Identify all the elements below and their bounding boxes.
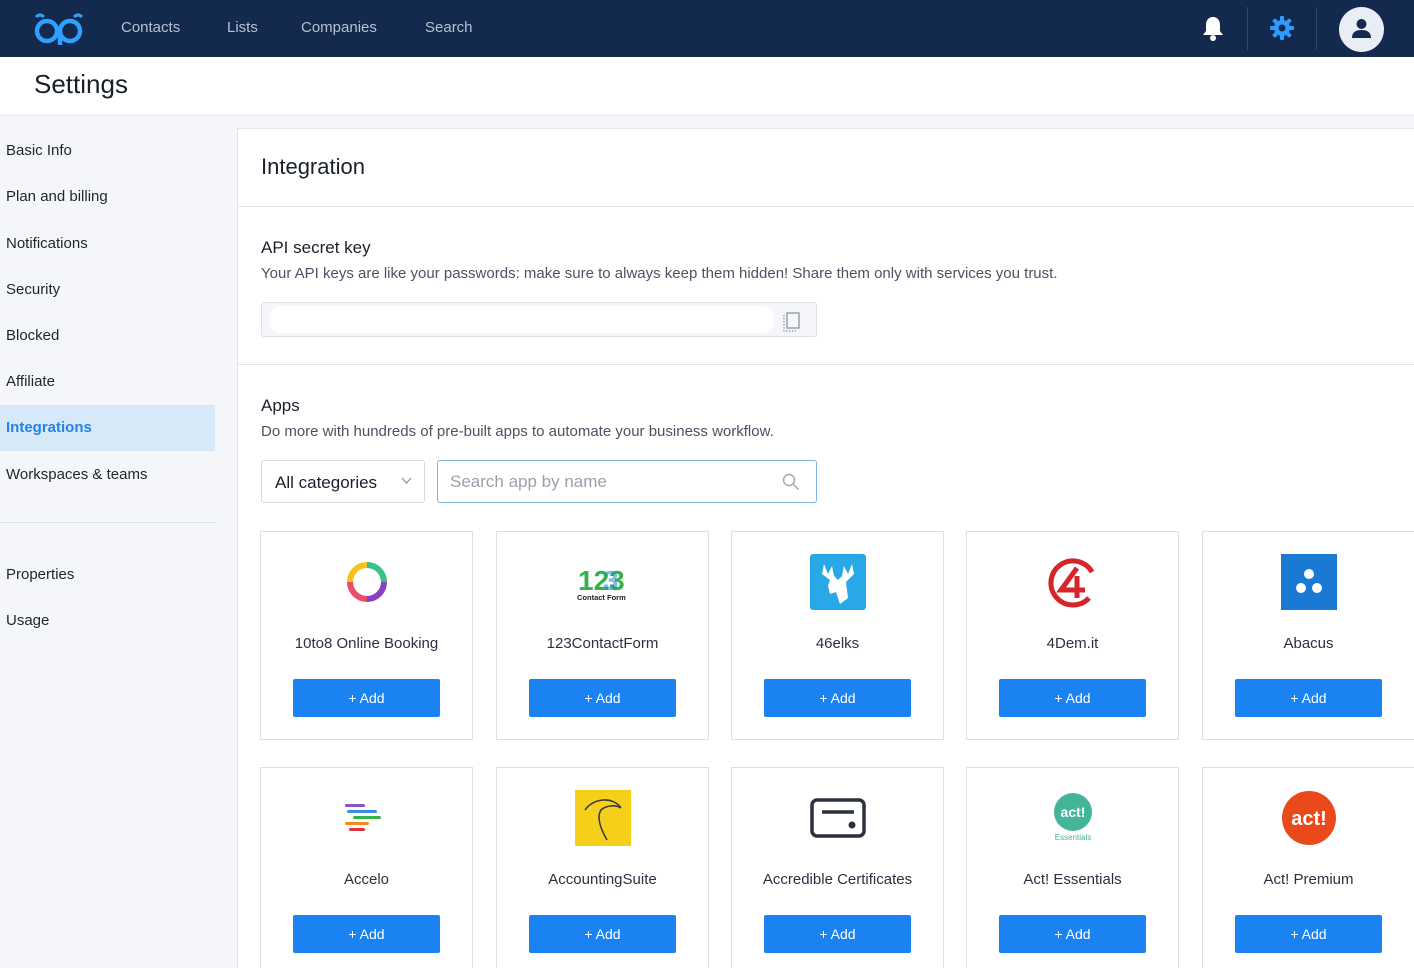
apps-description: Do more with hundreds of pre-built apps … (261, 423, 774, 440)
nav-divider (1316, 7, 1317, 50)
panel-title: Integration (261, 154, 365, 179)
add-app-button[interactable]: + Add (529, 915, 676, 953)
act-premium-logo-icon: act! (1282, 791, 1336, 845)
api-key-title: API secret key (261, 238, 371, 257)
accountingsuite-logo-icon (575, 790, 631, 846)
nav-divider (1247, 7, 1248, 50)
accelo-logo-icon (345, 804, 381, 831)
category-select[interactable]: All categories (261, 460, 425, 503)
add-app-button[interactable]: + Add (764, 679, 911, 717)
sidebar-item-basic-info[interactable]: Basic Info (0, 128, 215, 174)
svg-text:3: 3 (603, 565, 619, 596)
sidebar-item-blocked[interactable]: Blocked (0, 313, 215, 359)
add-app-button[interactable]: + Add (1235, 679, 1382, 717)
page-header: Settings (0, 57, 1414, 116)
gear-icon[interactable] (1268, 14, 1296, 42)
abacus-logo-icon (1281, 554, 1337, 610)
sidebar-item-workspaces-teams[interactable]: Workspaces & teams (0, 452, 215, 498)
nav-companies[interactable]: Companies (301, 19, 377, 36)
add-app-button[interactable]: + Add (764, 915, 911, 953)
page-title: Settings (34, 69, 128, 99)
user-avatar[interactable] (1339, 7, 1384, 52)
add-app-button[interactable]: + Add (999, 679, 1146, 717)
api-key-description: Your API keys are like your passwords: m… (261, 265, 1058, 282)
integration-panel: Integration API secret key Your API keys… (237, 128, 1414, 968)
contactform-logo-subtext: Contact Form (577, 593, 626, 602)
sidebar-item-security[interactable]: Security (0, 267, 215, 313)
app-name: Abacus (1283, 635, 1334, 652)
section-divider (238, 206, 1414, 207)
app-name: 4Dem.it (1046, 635, 1099, 652)
app-search-field (437, 460, 817, 503)
4dem-logo-icon (1048, 558, 1095, 608)
app-name: Act! Essentials (1023, 871, 1122, 888)
api-key-field (261, 302, 817, 337)
sidebar-item-notifications[interactable]: Notifications (0, 221, 215, 267)
act-premium-logo-text: act! (1291, 808, 1327, 830)
act-essentials-logo-icon: act! Essentials (1054, 793, 1092, 842)
app-logo-icon[interactable] (32, 11, 86, 47)
nav-search[interactable]: Search (425, 19, 473, 36)
add-app-button[interactable]: + Add (293, 679, 440, 717)
app-name: 123ContactForm (546, 635, 659, 652)
nav-contacts[interactable]: Contacts (121, 19, 180, 36)
nav-lists[interactable]: Lists (227, 19, 258, 36)
app-card-10to8: 10to8 Online Booking + Add (260, 531, 473, 740)
app-card-accredible: Accredible Certificates + Add (731, 767, 944, 968)
app-search-input[interactable] (450, 470, 770, 494)
app-name: AccountingSuite (548, 871, 657, 888)
app-name: 46elks (815, 635, 860, 652)
user-icon (1352, 19, 1371, 38)
app-card-4dem: 4Dem.it + Add (966, 531, 1179, 740)
bell-icon[interactable] (1200, 14, 1226, 42)
ring-logo-icon (347, 562, 387, 602)
top-navigation-bar: Contacts Lists Companies Search (0, 0, 1414, 57)
section-divider (238, 364, 1414, 365)
search-icon[interactable] (782, 473, 800, 491)
chevron-down-icon (401, 477, 412, 484)
sidebar-item-properties[interactable]: Properties (0, 552, 215, 598)
act-essentials-logo-text: act! (1061, 804, 1086, 820)
sidebar-item-usage[interactable]: Usage (0, 598, 215, 644)
sidebar-item-plan-and-billing[interactable]: Plan and billing (0, 174, 215, 220)
app-name: Act! Premium (1263, 871, 1354, 888)
add-app-button[interactable]: + Add (293, 915, 440, 953)
app-name: Accredible Certificates (762, 871, 913, 888)
certificate-logo-icon (810, 798, 866, 838)
sidebar-item-affiliate[interactable]: Affiliate (0, 359, 215, 405)
app-card-act-essentials: act! Essentials Act! Essentials + Add (966, 767, 1179, 968)
app-card-123contactform: 123 3 Contact Form 123ContactForm + Add (496, 531, 709, 740)
app-name: Accelo (343, 871, 390, 888)
elk-logo-icon (810, 554, 866, 610)
category-select-value: All categories (275, 473, 378, 492)
app-card-accountingsuite: AccountingSuite + Add (496, 767, 709, 968)
add-app-button[interactable]: + Add (999, 915, 1146, 953)
api-key-input[interactable] (269, 306, 774, 333)
app-card-act-premium: act! Act! Premium + Add (1202, 767, 1414, 968)
app-name: 10to8 Online Booking (294, 635, 439, 652)
add-app-button[interactable]: + Add (529, 679, 676, 717)
sidebar-item-integrations[interactable]: Integrations (0, 405, 215, 451)
sidebar-divider (0, 522, 215, 523)
app-card-abacus: Abacus + Add (1202, 531, 1414, 740)
copy-icon[interactable] (779, 307, 805, 333)
app-card-accelo: Accelo + Add (260, 767, 473, 968)
act-essentials-logo-subtext: Essentials (1055, 833, 1091, 842)
apps-title: Apps (261, 396, 300, 415)
app-card-46elks: 46elks + Add (731, 531, 944, 740)
add-app-button[interactable]: + Add (1235, 915, 1382, 953)
contactform-logo-icon: 123 3 Contact Form (577, 565, 626, 602)
